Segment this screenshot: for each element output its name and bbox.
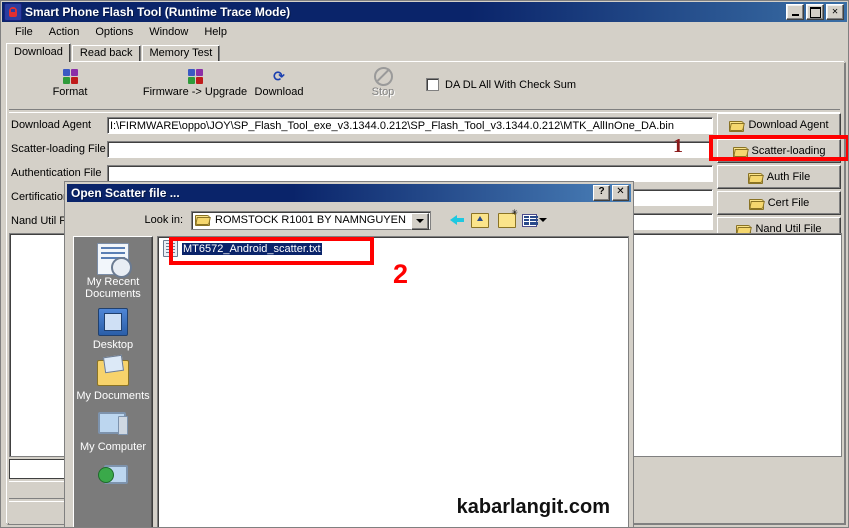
label-download-agent: Download Agent: [11, 119, 92, 131]
tab-download[interactable]: Download: [6, 43, 71, 62]
dialog-title-bar: Open Scatter file ... ? ✕: [67, 184, 631, 202]
my-documents-icon: [74, 356, 152, 390]
toolbar-button-stop[interactable]: Stop: [328, 66, 438, 98]
toolbar-button-format[interactable]: Format: [15, 67, 125, 98]
window-title: Smart Phone Flash Tool (Runtime Trace Mo…: [25, 5, 291, 19]
recent-documents-icon: [74, 242, 152, 278]
toolbar: Format Firmware -> Upgrade ⟳ Download St…: [9, 65, 838, 108]
help-button[interactable]: ?: [593, 185, 610, 201]
back-icon[interactable]: [443, 211, 464, 229]
label-authentication-file: Authentication File: [11, 167, 102, 179]
close-button[interactable]: ✕: [826, 4, 844, 20]
place-label-my-recent-documents: My Recent Documents: [85, 276, 141, 300]
dialog-title: Open Scatter file ...: [71, 186, 180, 200]
da-dl-checksum-checkbox[interactable]: [426, 78, 439, 91]
my-network-places-icon: [74, 458, 152, 492]
annotation-highlight-scatter-file: [169, 237, 374, 265]
input-download-agent[interactable]: I:\FIRMWARE\oppo\JOY\SP_Flash_Tool_exe_v…: [107, 116, 713, 134]
browse-label-download-agent: Download Agent: [748, 119, 829, 131]
desktop-icon: [74, 305, 152, 339]
up-one-level-icon[interactable]: [470, 211, 490, 229]
browse-label-auth-file: Auth File: [766, 171, 811, 183]
annotation-step-1: 1: [673, 135, 683, 157]
stop-icon: [328, 66, 438, 86]
new-folder-icon[interactable]: [497, 208, 518, 229]
maximize-button[interactable]: [806, 4, 824, 20]
place-label-desktop: Desktop: [92, 339, 134, 351]
menu-item-action[interactable]: Action: [41, 25, 88, 39]
my-computer-icon: [74, 407, 152, 441]
recycle-icon: [15, 67, 125, 85]
annotation-highlight-scatter-button: [709, 135, 848, 161]
app-icon: [4, 3, 22, 21]
chevron-down-icon[interactable]: [411, 212, 429, 230]
look-in-label: Look in:: [144, 214, 183, 226]
input-authentication-file[interactable]: [107, 164, 713, 182]
look-in-combobox[interactable]: ROMSTOCK R1001 BY NAMNGUYEN: [191, 210, 431, 230]
menu-item-window[interactable]: Window: [141, 25, 196, 39]
folder-icon: [748, 198, 764, 210]
application-window: Smart Phone Flash Tool (Runtime Trace Mo…: [0, 0, 849, 528]
dialog-window-controls: ? ✕: [593, 185, 629, 201]
toolbar-label-format: Format: [52, 86, 88, 98]
download-arrow-icon: ⟳: [273, 68, 285, 84]
place-desktop[interactable]: Desktop: [74, 300, 152, 351]
dialog-nav-icons: [443, 208, 547, 229]
field-row-download-agent: Download Agent I:\FIRMWARE\oppo\JOY\SP_F…: [9, 113, 713, 137]
browse-buttons: Download Agent Scatter-loading Auth File…: [717, 113, 841, 243]
place-my-documents[interactable]: My Documents: [74, 351, 152, 402]
bottom-bar-lower: [9, 501, 67, 524]
da-dl-checksum-label: DA DL All With Check Sum: [445, 78, 577, 91]
place-label-my-documents: My Documents: [76, 390, 150, 402]
look-in-row: Look in: ROMSTOCK R1001 BY NAMNGUYEN: [71, 208, 629, 232]
tab-memory-test[interactable]: Memory Test: [141, 45, 221, 62]
place-my-network-places[interactable]: [74, 453, 152, 492]
dialog-places-bar: My Recent Documents Desktop My Documents …: [73, 236, 153, 527]
input-scatter-loading-file[interactable]: [107, 140, 713, 158]
look-in-value: ROMSTOCK R1001 BY NAMNGUYEN: [215, 214, 406, 226]
place-label-my-computer: My Computer: [79, 441, 147, 453]
browse-button-cert-file[interactable]: Cert File: [717, 191, 841, 215]
tab-read-back[interactable]: Read back: [71, 45, 141, 62]
views-icon[interactable]: [521, 211, 547, 229]
bottom-bar-upper: [9, 481, 67, 499]
tab-strip: Download Read back Memory Test: [6, 43, 846, 62]
folder-icon: [747, 172, 763, 184]
toolbar-label-download: Download: [254, 86, 304, 98]
browse-label-cert-file: Cert File: [767, 197, 810, 209]
window-controls: ✕: [786, 4, 847, 20]
open-scatter-file-dialog: Open Scatter file ... ? ✕ Look in: ROMST…: [64, 181, 634, 527]
label-scatter-loading-file: Scatter-loading File: [11, 143, 106, 155]
toolbar-button-download[interactable]: ⟳ Download: [224, 67, 334, 98]
annotation-step-2: 2: [393, 259, 409, 289]
browse-button-download-agent[interactable]: Download Agent: [717, 113, 841, 137]
title-bar: Smart Phone Flash Tool (Runtime Trace Mo…: [2, 2, 847, 22]
menu-item-file[interactable]: File: [7, 25, 41, 39]
toolbar-label-stop: Stop: [371, 86, 395, 98]
menu-item-options[interactable]: Options: [87, 25, 141, 39]
folder-icon: [195, 214, 210, 226]
folder-icon: [729, 120, 745, 132]
field-row-scatter-loading: Scatter-loading File: [9, 137, 713, 161]
status-strip: [9, 459, 69, 479]
da-dl-checksum-row[interactable]: DA DL All With Check Sum: [426, 78, 576, 91]
watermark: kabarlangit.com: [456, 496, 610, 518]
place-my-computer[interactable]: My Computer: [74, 402, 152, 453]
minimize-button[interactable]: [786, 4, 804, 20]
place-my-recent-documents[interactable]: My Recent Documents: [74, 237, 152, 300]
log-left-pane[interactable]: [9, 233, 73, 457]
browse-button-auth-file[interactable]: Auth File: [717, 165, 841, 189]
menu-item-help[interactable]: Help: [196, 25, 235, 39]
dialog-close-button[interactable]: ✕: [612, 185, 629, 201]
menu-bar: File Action Options Window Help: [2, 23, 847, 40]
